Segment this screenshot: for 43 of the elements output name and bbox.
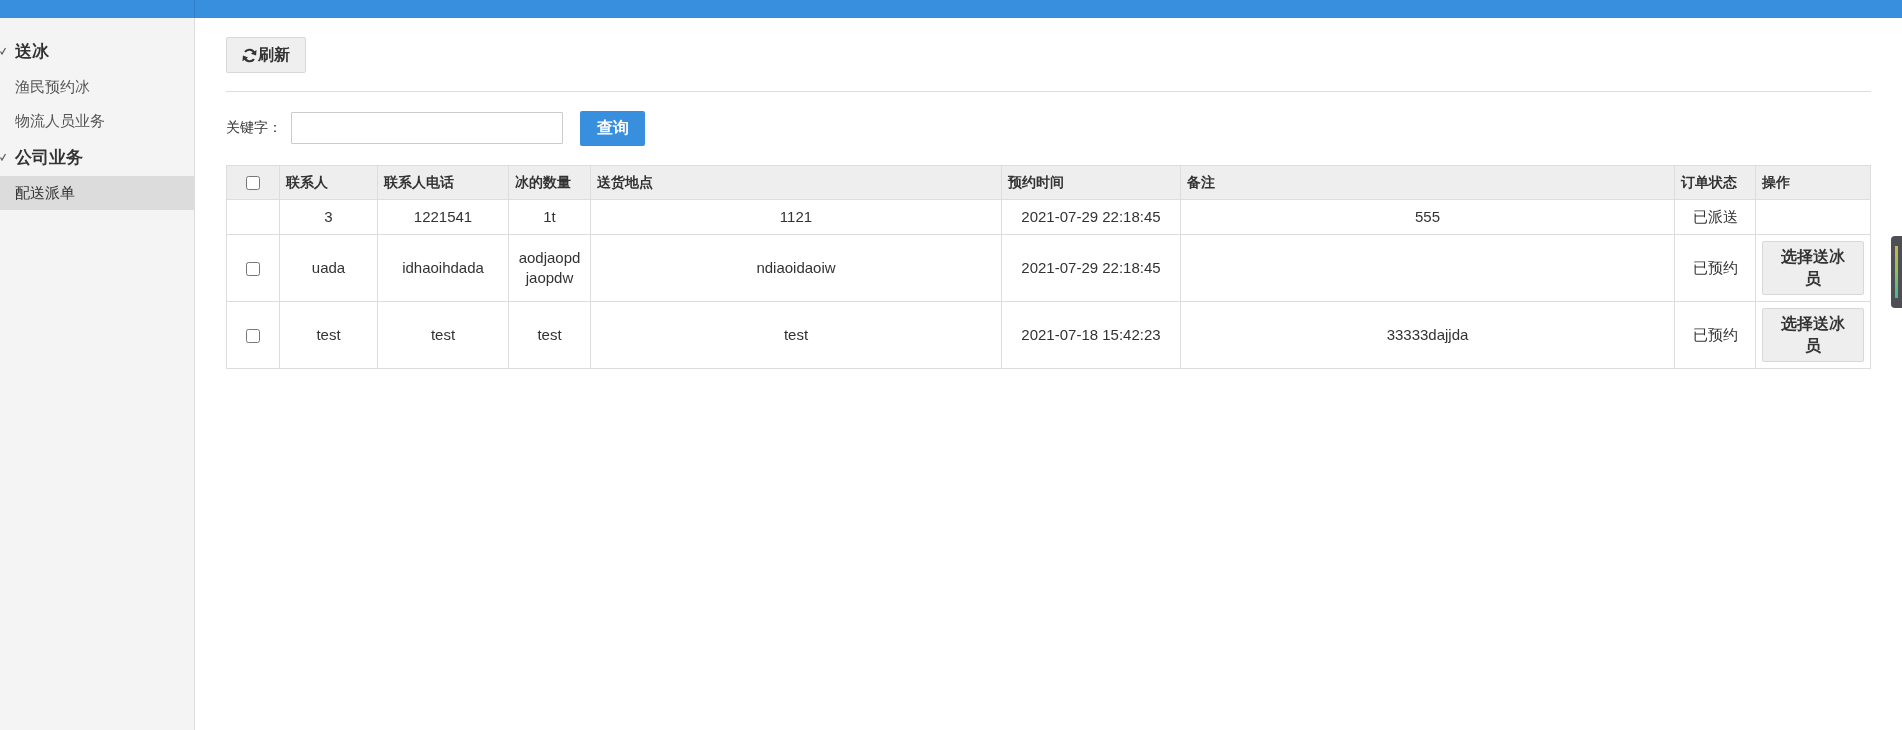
remark-text: 33333dajjda — [1180, 301, 1675, 369]
contact-name: uada — [279, 234, 378, 302]
phone-number: idhaoihdada — [377, 234, 509, 302]
appointment-time: 2021-07-29 22:18:45 — [1001, 234, 1181, 302]
select-all-checkbox[interactable] — [246, 176, 260, 191]
column-header: 联系人电话 — [377, 165, 509, 200]
ice-quantity: test — [508, 301, 591, 369]
ice-quantity: aodjaopdjaopdw — [508, 234, 591, 302]
refresh-icon — [242, 47, 257, 63]
sidebar-group-title[interactable]: 送冰 — [0, 32, 194, 70]
column-header: 操作 — [1755, 165, 1871, 200]
ice-quantity: 1t — [508, 199, 591, 235]
contact-name: 3 — [279, 199, 378, 235]
sidebar-item[interactable]: 渔民预约冰 — [0, 70, 194, 104]
remark-text: 555 — [1180, 199, 1675, 235]
column-header: 预约时间 — [1001, 165, 1181, 200]
sidebar-item[interactable]: 配送派单 — [0, 176, 194, 210]
order-status: 已预约 — [1674, 301, 1756, 369]
column-header: 备注 — [1180, 165, 1675, 200]
appointment-time: 2021-07-18 15:42:23 — [1001, 301, 1181, 369]
level-meter-icon[interactable] — [1891, 236, 1902, 308]
phone-number: 1221541 — [377, 199, 509, 235]
keyword-input[interactable] — [291, 112, 563, 144]
keyword-label: 关键字： — [226, 119, 283, 137]
refresh-button[interactable]: 刷新 — [226, 37, 306, 73]
column-header: 订单状态 — [1674, 165, 1756, 200]
delivery-address: 1121 — [590, 199, 1002, 235]
sidebar-group-title[interactable]: 公司业务 — [0, 138, 194, 176]
row-checkbox[interactable] — [246, 329, 260, 344]
order-status: 已预约 — [1674, 234, 1756, 302]
sidebar-item[interactable]: 物流人员业务 — [0, 104, 194, 138]
column-header: 冰的数量 — [508, 165, 591, 200]
appointment-time: 2021-07-29 22:18:45 — [1001, 199, 1181, 235]
phone-number: test — [377, 301, 509, 369]
contact-name: test — [279, 301, 378, 369]
select-courier-button[interactable]: 选择送冰员 — [1762, 308, 1864, 362]
order-status: 已派送 — [1674, 199, 1756, 235]
column-header: 联系人 — [279, 165, 378, 200]
row-checkbox[interactable] — [246, 262, 260, 277]
select-courier-button[interactable]: 选择送冰员 — [1762, 241, 1864, 295]
delivery-address: test — [590, 301, 1002, 369]
column-header: 送货地点 — [590, 165, 1002, 200]
delivery-address: ndiaoidaoiw — [590, 234, 1002, 302]
